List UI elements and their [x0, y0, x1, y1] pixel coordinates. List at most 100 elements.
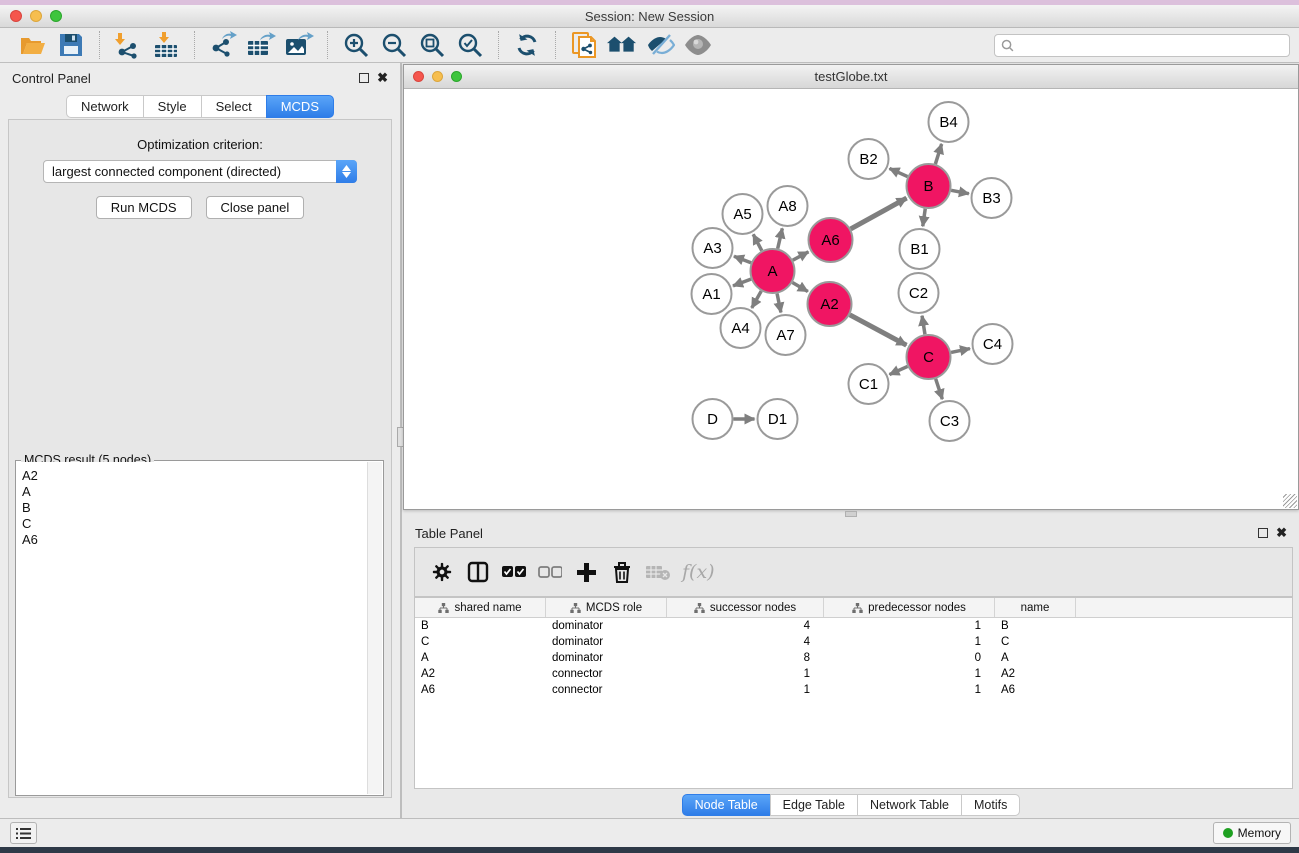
window-resize-grip[interactable]: [1283, 494, 1297, 508]
table-body[interactable]: Bdominator41BCdominator41CAdominator80AA…: [415, 618, 1292, 698]
graph-node-A5[interactable]: A5: [723, 194, 763, 234]
network-window-titlebar[interactable]: testGlobe.txt: [404, 65, 1298, 89]
tab-motifs[interactable]: Motifs: [961, 794, 1020, 816]
function-builder-icon[interactable]: f(x): [682, 561, 715, 583]
zoom-out-icon[interactable]: [379, 30, 409, 60]
graph-node-C[interactable]: C: [907, 335, 951, 379]
table-cell[interactable]: A6: [415, 684, 546, 696]
graph-edge-B-B4[interactable]: [935, 144, 941, 164]
create-column-icon[interactable]: [571, 557, 601, 587]
graph-node-A4[interactable]: A4: [721, 308, 761, 348]
table-cell[interactable]: connector: [546, 684, 667, 696]
graph-edge-A-A8[interactable]: [778, 228, 783, 248]
graph-edge-A6-B[interactable]: [851, 198, 907, 229]
node-table[interactable]: shared name MCDS role successor nodes pr…: [414, 597, 1293, 789]
table-cell[interactable]: C: [415, 636, 546, 648]
graph-node-A2[interactable]: A2: [808, 282, 852, 326]
graph-node-A1[interactable]: A1: [692, 274, 732, 314]
table-row[interactable]: A6connector11A6: [415, 682, 1292, 698]
mcds-result-list[interactable]: A2ABCA6: [17, 462, 367, 794]
result-scrollbar[interactable]: [367, 462, 382, 794]
graph-node-C2[interactable]: C2: [899, 273, 939, 313]
table-cell[interactable]: C: [995, 636, 1076, 648]
graph-node-D[interactable]: D: [693, 399, 733, 439]
table-cell[interactable]: 1: [824, 636, 995, 648]
zoom-selected-icon[interactable]: [455, 30, 485, 60]
tab-edge-table[interactable]: Edge Table: [770, 794, 857, 816]
graph-node-B2[interactable]: B2: [849, 139, 889, 179]
table-cell[interactable]: dominator: [546, 620, 667, 632]
table-row[interactable]: Cdominator41C: [415, 634, 1292, 650]
graph-node-B3[interactable]: B3: [972, 178, 1012, 218]
table-cell[interactable]: 1: [667, 668, 824, 680]
graph-node-B1[interactable]: B1: [900, 229, 940, 269]
column-header-shared-name[interactable]: shared name: [415, 598, 546, 617]
graph-node-A3[interactable]: A3: [693, 228, 733, 268]
graph-edge-C-C1[interactable]: [889, 366, 907, 374]
graph-edge-B-B3[interactable]: [951, 190, 969, 193]
graph-node-C1[interactable]: C1: [849, 364, 889, 404]
mcds-result-item[interactable]: A: [22, 484, 367, 500]
show-tasks-button[interactable]: [10, 822, 37, 844]
table-cell[interactable]: 1: [824, 684, 995, 696]
close-panel-button[interactable]: Close panel: [206, 196, 305, 219]
graph-edge-A-A4[interactable]: [752, 291, 761, 308]
graph-node-C4[interactable]: C4: [973, 324, 1013, 364]
table-cell[interactable]: 8: [667, 652, 824, 664]
show-columns-icon[interactable]: [463, 557, 493, 587]
save-session-icon[interactable]: [56, 30, 86, 60]
horizontal-splitter-grip[interactable]: [845, 511, 857, 517]
float-panel-icon[interactable]: [359, 73, 369, 83]
column-header-predecessor-nodes[interactable]: predecessor nodes: [824, 598, 995, 617]
graph-edge-B-B2[interactable]: [889, 168, 907, 176]
table-cell[interactable]: B: [415, 620, 546, 632]
graph-node-A6[interactable]: A6: [809, 218, 853, 262]
table-cell[interactable]: A6: [995, 684, 1076, 696]
graph-edge-A2-C[interactable]: [850, 315, 907, 345]
graph-node-A8[interactable]: A8: [768, 186, 808, 226]
unselect-all-columns-icon[interactable]: [535, 557, 565, 587]
graph-edge-A-A3[interactable]: [734, 256, 751, 263]
graph-node-A7[interactable]: A7: [766, 315, 806, 355]
table-row[interactable]: Adominator80A: [415, 650, 1292, 666]
search-field[interactable]: [994, 34, 1290, 57]
export-network-icon[interactable]: [208, 30, 238, 60]
graph-node-A[interactable]: A: [751, 249, 795, 293]
copy-network-view-icon[interactable]: [569, 30, 599, 60]
table-cell[interactable]: dominator: [546, 652, 667, 664]
hide-network-view-icon[interactable]: [645, 30, 675, 60]
network-graph[interactable]: B4B2BB3A8A5A6A3B1AA1C2A2A4A7C4CC1C3DD1: [404, 89, 1298, 509]
column-header-successor-nodes[interactable]: successor nodes: [667, 598, 824, 617]
mcds-result-item[interactable]: A2: [22, 468, 367, 484]
table-cell[interactable]: B: [995, 620, 1076, 632]
select-all-columns-icon[interactable]: [499, 557, 529, 587]
graph-node-B[interactable]: B: [907, 164, 951, 208]
optimization-criterion-select[interactable]: largest connected component (directed): [43, 160, 357, 183]
network-canvas[interactable]: B4B2BB3A8A5A6A3B1AA1C2A2A4A7C4CC1C3DD1: [404, 89, 1298, 509]
close-panel-icon[interactable]: ✖: [377, 73, 388, 83]
graph-edge-A-A5[interactable]: [753, 234, 762, 250]
open-file-icon[interactable]: [18, 30, 48, 60]
graph-edge-C-C4[interactable]: [951, 349, 970, 353]
show-network-view-icon[interactable]: [683, 30, 713, 60]
graph-edge-B-B1[interactable]: [923, 209, 925, 226]
table-cell[interactable]: 1: [824, 620, 995, 632]
tab-mcds[interactable]: MCDS: [266, 95, 334, 118]
table-cell[interactable]: 1: [824, 668, 995, 680]
tab-node-table[interactable]: Node Table: [682, 794, 770, 816]
graph-edge-C-C3[interactable]: [936, 379, 943, 399]
export-image-icon[interactable]: [284, 30, 314, 60]
close-table-panel-icon[interactable]: ✖: [1276, 528, 1287, 538]
table-cell[interactable]: A: [415, 652, 546, 664]
column-header-name[interactable]: name: [995, 598, 1076, 617]
table-cell[interactable]: 1: [667, 684, 824, 696]
mcds-result-item[interactable]: A6: [22, 532, 367, 548]
memory-button[interactable]: Memory: [1213, 822, 1291, 844]
search-input[interactable]: [1019, 38, 1283, 52]
mcds-result-item[interactable]: B: [22, 500, 367, 516]
delete-table-icon[interactable]: [643, 557, 673, 587]
import-network-icon[interactable]: [113, 30, 143, 60]
tab-network-table[interactable]: Network Table: [857, 794, 961, 816]
table-cell[interactable]: A2: [995, 668, 1076, 680]
mcds-result-item[interactable]: C: [22, 516, 367, 532]
